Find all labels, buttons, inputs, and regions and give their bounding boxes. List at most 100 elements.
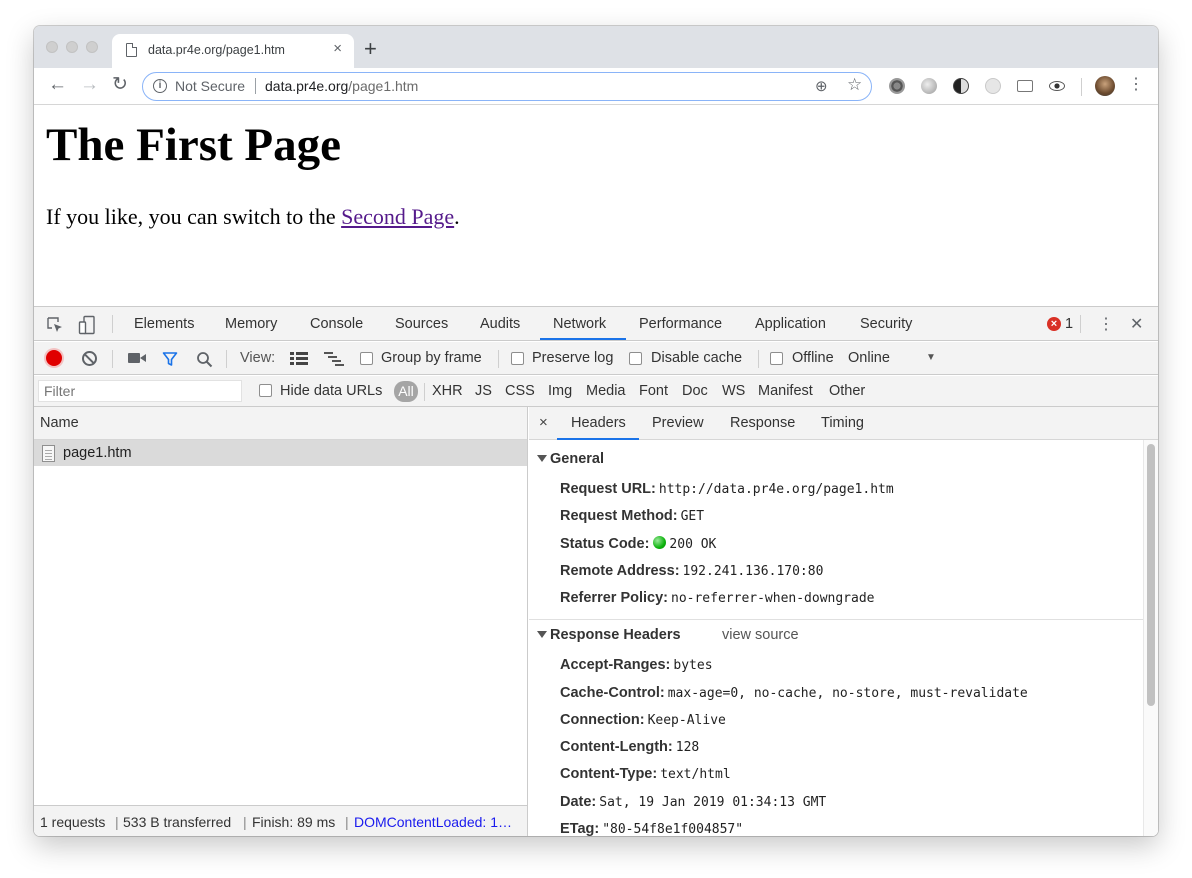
filter-type-css[interactable]: CSS (505, 383, 535, 399)
tab-audits[interactable]: Audits (480, 316, 520, 332)
address-bar[interactable]: i Not Secure data.pr4e.org/page1.htm ⊕ ☆ (142, 72, 872, 101)
tab-close-icon[interactable]: × (333, 40, 342, 57)
general-section-toggle[interactable]: General (537, 451, 604, 467)
page-heading: The First Page (46, 119, 341, 171)
table-row[interactable]: page1.htm (34, 440, 527, 466)
profile-avatar[interactable] (1095, 76, 1115, 96)
filter-type-font[interactable]: Font (639, 383, 668, 399)
info-icon[interactable]: i (153, 79, 167, 93)
browser-menu-icon[interactable]: ⋮ (1128, 77, 1144, 93)
extension-check-icon[interactable] (985, 78, 1001, 94)
tab-headers[interactable]: Headers (571, 415, 626, 431)
device-toolbar-icon[interactable] (78, 315, 96, 335)
filter-type-manifest[interactable]: Manifest (758, 383, 813, 399)
request-name[interactable]: page1.htm (63, 445, 132, 461)
page-content: The First Page If you like, you can swit… (34, 106, 1158, 306)
hide-data-urls-label[interactable]: Hide data URLs (280, 383, 382, 399)
header-row: Accept-Ranges: bytes (560, 657, 713, 673)
reload-button[interactable]: ↻ (112, 75, 128, 95)
filter-type-media[interactable]: Media (586, 383, 626, 399)
tab-security[interactable]: Security (860, 316, 912, 332)
scrollbar-thumb[interactable] (1147, 444, 1155, 706)
window-close-control[interactable] (46, 41, 58, 53)
header-row: ETag: "80-54f8e1f004857" (560, 821, 744, 836)
extension-contrast-icon[interactable] (953, 78, 969, 94)
tab-performance[interactable]: Performance (639, 316, 722, 332)
detail-scrollbar[interactable] (1143, 440, 1158, 836)
hide-data-urls-checkbox[interactable] (259, 384, 272, 397)
inspect-element-icon[interactable] (46, 316, 64, 334)
triangle-down-icon (537, 631, 547, 638)
detail-tab-bar: × Headers Preview Response Timing (529, 407, 1158, 440)
filter-type-js[interactable]: JS (475, 383, 492, 399)
filter-type-other[interactable]: Other (829, 383, 865, 399)
filter-input[interactable] (38, 380, 242, 402)
triangle-down-icon (537, 455, 547, 462)
tab-sources[interactable]: Sources (395, 316, 448, 332)
error-icon[interactable]: × (1047, 317, 1061, 331)
view-label: View: (240, 350, 276, 366)
tab-application[interactable]: Application (755, 316, 826, 332)
offline-checkbox[interactable] (770, 352, 783, 365)
offline-label[interactable]: Offline (792, 350, 834, 366)
browser-tab[interactable]: data.pr4e.org/page1.htm × (112, 34, 354, 68)
extension-gear-icon[interactable] (889, 78, 905, 94)
window-zoom-control[interactable] (86, 41, 98, 53)
clear-icon[interactable] (82, 351, 97, 366)
waterfall-overview-icon[interactable] (324, 352, 344, 366)
devtools-menu-icon[interactable]: ⋮ (1098, 314, 1114, 334)
filter-type-ws[interactable]: WS (722, 383, 745, 399)
tab-memory[interactable]: Memory (225, 316, 277, 332)
forward-button[interactable]: → (80, 75, 99, 95)
view-source-link[interactable]: view source (722, 627, 799, 643)
network-toolbar: View: Group by frame Preserve log Disabl… (34, 342, 1158, 375)
preserve-log-label[interactable]: Preserve log (532, 350, 613, 366)
tab-console[interactable]: Console (310, 316, 363, 332)
tab-elements[interactable]: Elements (134, 316, 194, 332)
preserve-log-checkbox[interactable] (511, 352, 524, 365)
tab-response[interactable]: Response (730, 415, 795, 431)
bookmark-star-icon[interactable]: ☆ (847, 75, 862, 95)
group-by-frame-checkbox[interactable] (360, 352, 373, 365)
response-headers-toggle[interactable]: Response Headers (537, 627, 681, 643)
window-minimize-control[interactable] (66, 41, 78, 53)
active-subtab-indicator (557, 438, 639, 440)
extension-eye-icon[interactable] (1049, 81, 1065, 91)
chevron-down-icon[interactable]: ▼ (926, 352, 936, 363)
close-detail-icon[interactable]: × (539, 414, 548, 431)
filter-separator (424, 383, 425, 401)
tab-network[interactable]: Network (553, 316, 606, 332)
tab-timing[interactable]: Timing (821, 415, 864, 431)
name-column-header[interactable]: Name (34, 407, 527, 440)
large-rows-icon[interactable] (290, 352, 308, 365)
header-row: Date: Sat, 19 Jan 2019 01:34:13 GMT (560, 794, 827, 810)
security-label[interactable]: Not Secure (175, 78, 245, 94)
tab-preview[interactable]: Preview (652, 415, 704, 431)
devtools-tab-bar: Elements Memory Console Sources Audits N… (34, 307, 1158, 341)
group-by-frame-label[interactable]: Group by frame (381, 350, 482, 366)
devtools-close-icon[interactable]: ✕ (1130, 314, 1143, 334)
filter-type-xhr[interactable]: XHR (432, 383, 463, 399)
filter-type-all[interactable]: All (394, 381, 418, 402)
search-icon[interactable] (196, 351, 213, 368)
new-tab-button[interactable]: + (364, 38, 377, 60)
header-row: Cache-Control: max-age=0, no-cache, no-st… (560, 685, 1028, 701)
throttling-select[interactable]: Online (848, 350, 890, 366)
network-summary-bar: 1 requests | 533 B transferred | Finish:… (34, 805, 527, 836)
request-list: Name page1.htm 1 requests | 533 B transf… (34, 407, 528, 836)
filter-type-doc[interactable]: Doc (682, 383, 708, 399)
screenshot-camera-icon[interactable] (128, 353, 146, 363)
extension-sphere-icon[interactable] (921, 78, 937, 94)
toolbar-separator (758, 350, 759, 368)
url-text[interactable]: data.pr4e.org/page1.htm (265, 78, 418, 94)
filter-funnel-icon[interactable] (162, 351, 178, 367)
disable-cache-label[interactable]: Disable cache (651, 350, 742, 366)
second-page-link[interactable]: Second Page (341, 204, 454, 229)
error-count[interactable]: 1 (1065, 316, 1073, 332)
filter-type-img[interactable]: Img (548, 383, 572, 399)
zoom-icon[interactable]: ⊕ (815, 77, 828, 95)
back-button[interactable]: ← (48, 75, 67, 95)
extension-cast-icon[interactable] (1017, 80, 1033, 92)
record-icon[interactable] (46, 350, 62, 366)
disable-cache-checkbox[interactable] (629, 352, 642, 365)
